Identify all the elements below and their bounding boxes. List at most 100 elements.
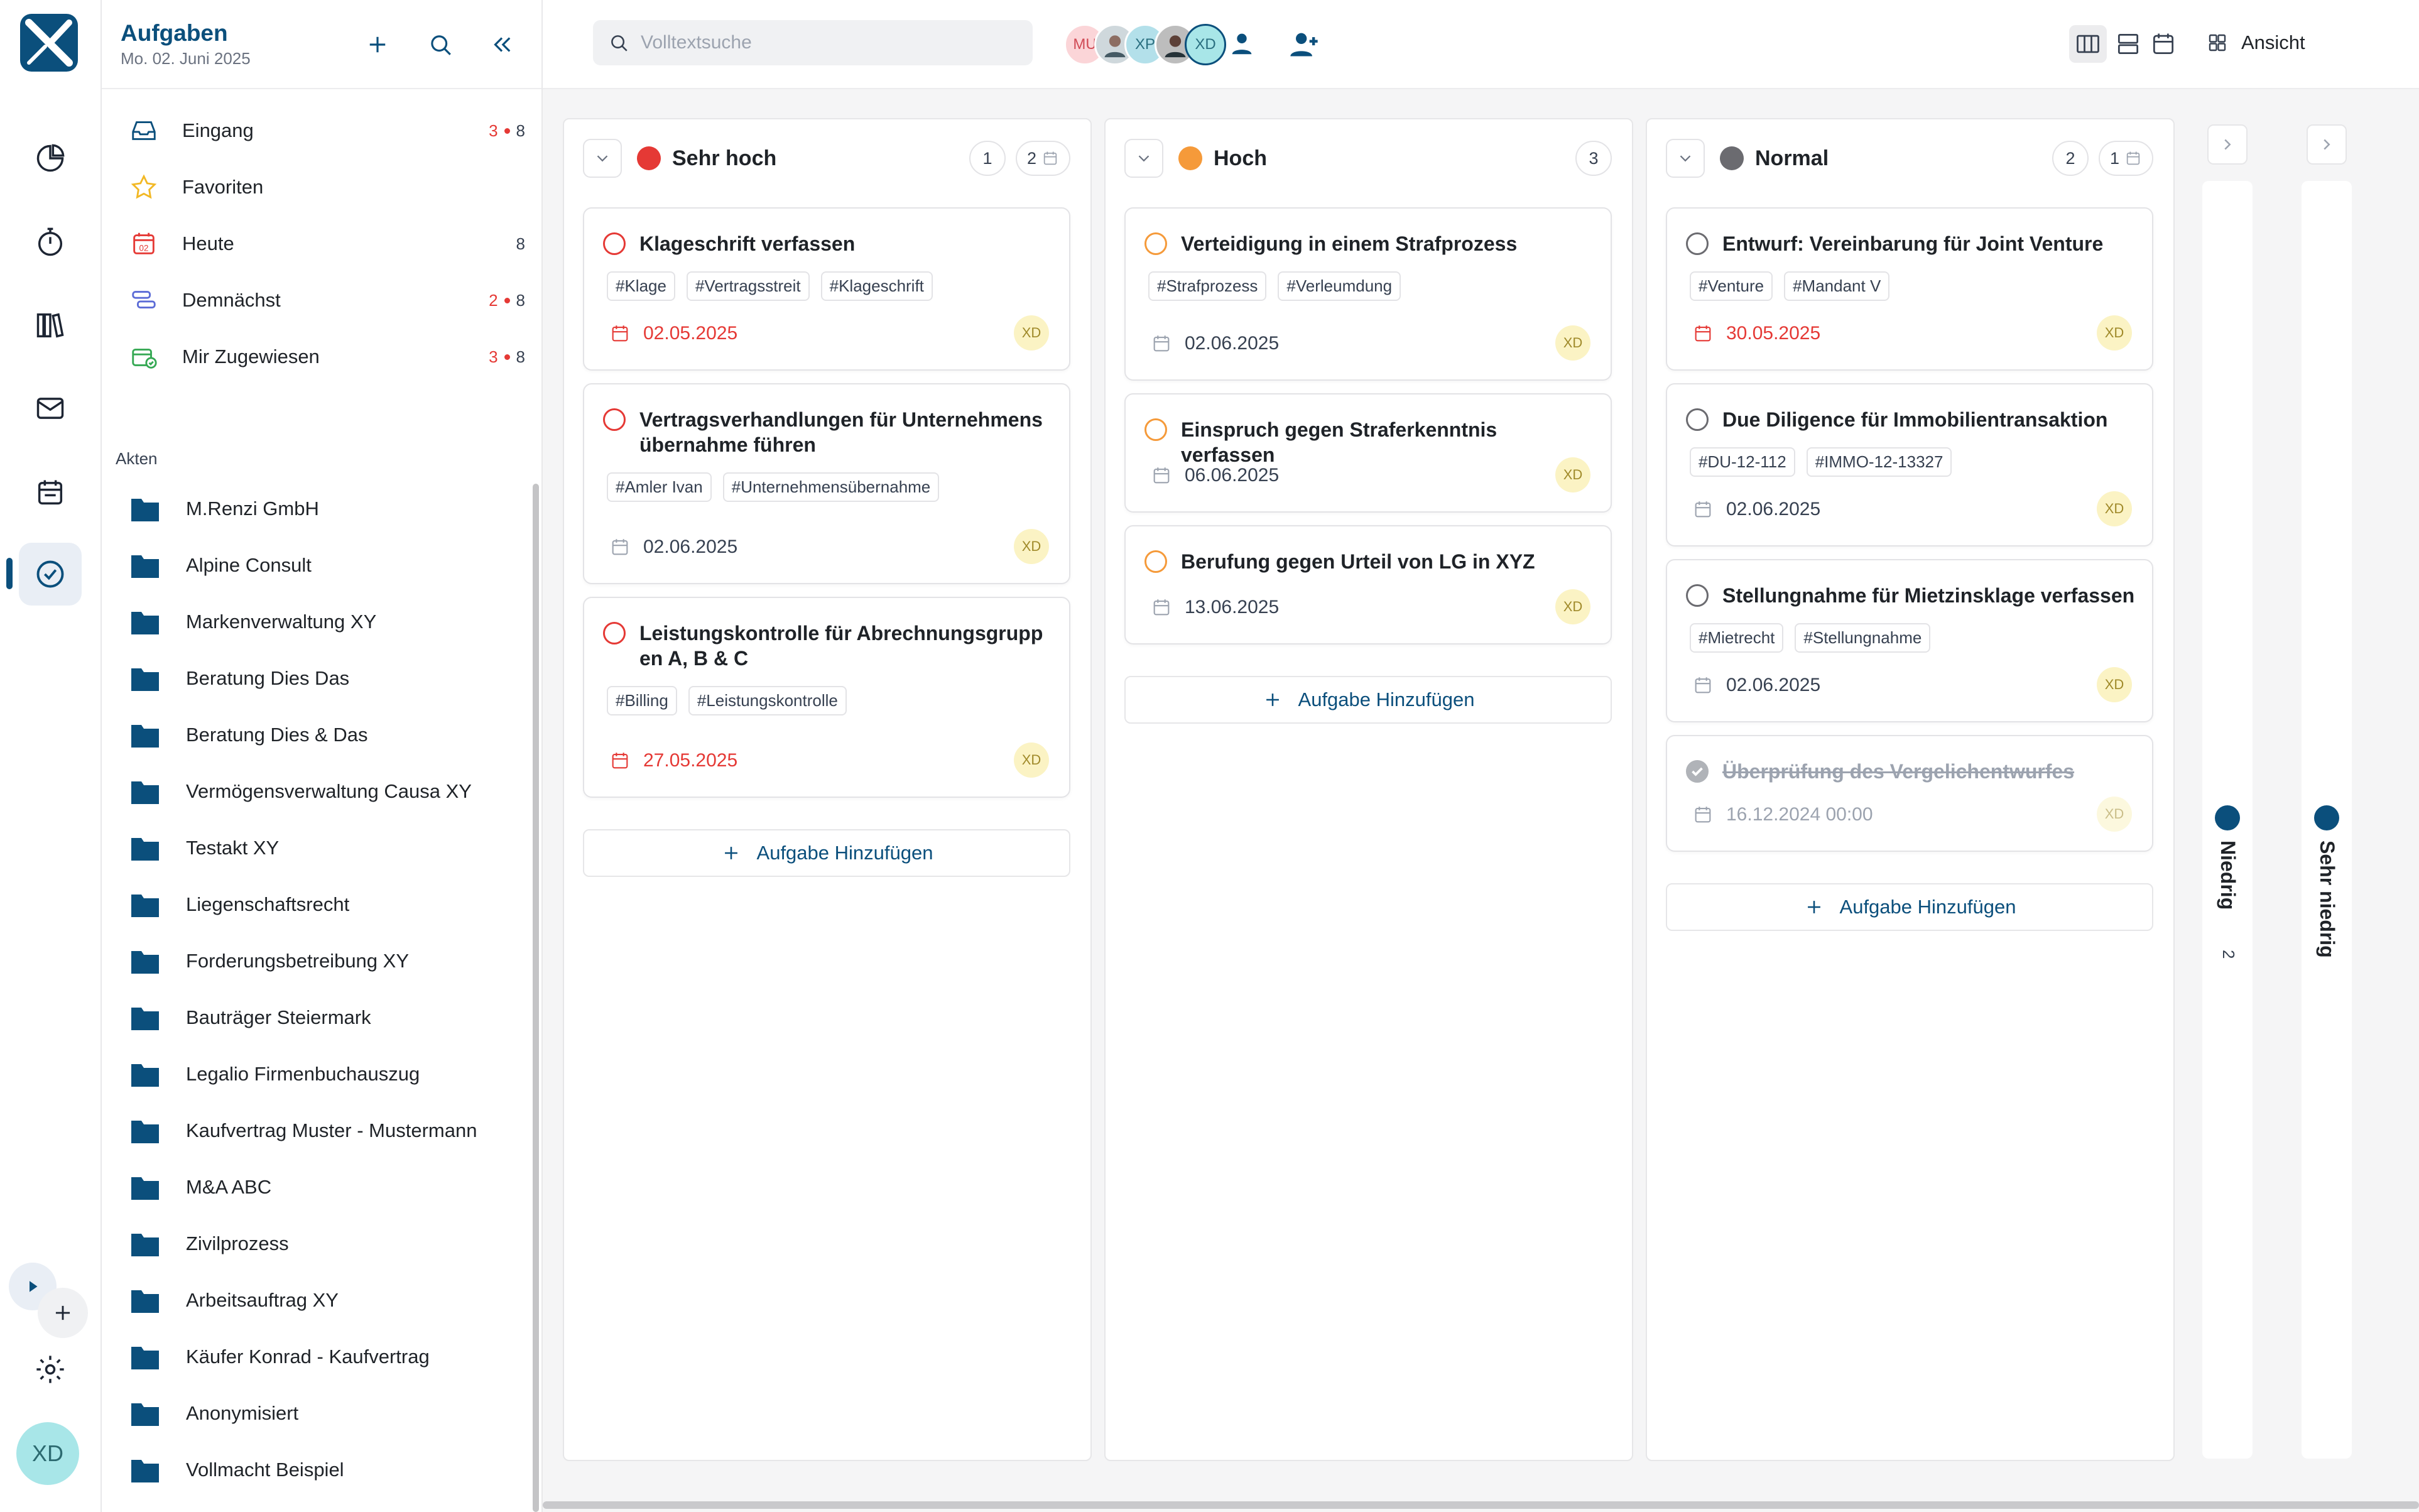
tag[interactable]: #Strafprozess <box>1148 271 1267 301</box>
view-options-button[interactable]: Ansicht <box>2206 23 2305 63</box>
task-card[interactable]: Verteidigung in einem Strafprozess #Straf… <box>1124 207 1612 381</box>
assignee-avatar[interactable]: XD <box>2097 491 2132 526</box>
tag[interactable]: #IMMO-12-13327 <box>1806 447 1952 477</box>
tag[interactable]: #Billing <box>607 686 677 715</box>
assignee-avatar[interactable]: XD <box>2097 797 2132 832</box>
akte-item[interactable]: Kaufvertrag Muster - Mustermann <box>127 1106 529 1156</box>
tag[interactable]: #Klageschrift <box>820 271 933 301</box>
assignee-avatar[interactable]: XD <box>1014 529 1049 564</box>
collapse-sidebar-button[interactable] <box>480 23 524 67</box>
assignee-avatar[interactable]: XD <box>1014 315 1049 351</box>
akte-item[interactable]: Forderungsbetreibung XY <box>127 936 529 986</box>
akte-item[interactable]: Legalio Firmenbuchauszug <box>127 1049 529 1099</box>
task-checkbox[interactable] <box>603 232 626 255</box>
task-checkbox[interactable] <box>1144 418 1167 441</box>
search-button[interactable] <box>418 23 462 67</box>
add-task-button[interactable]: Aufgabe Hinzufügen <box>1666 883 2153 931</box>
board-scrollbar[interactable] <box>543 1501 2419 1509</box>
tag[interactable]: #Stellungnahme <box>1795 623 1931 653</box>
akte-item[interactable]: Bauträger Steiermark <box>127 993 529 1043</box>
akte-item[interactable]: Beratung Dies Das <box>127 653 529 704</box>
akte-item[interactable]: M.Renzi GmbH <box>127 484 529 534</box>
assignee-avatar[interactable]: XD <box>2097 667 2132 702</box>
task-card[interactable]: Vertragsverhandlungen für Unternehmens ü… <box>583 383 1070 584</box>
tag[interactable]: #Klage <box>607 271 675 301</box>
dashboard-button[interactable] <box>19 127 82 190</box>
task-done-checkbox[interactable] <box>1686 760 1709 783</box>
assignee-avatar[interactable]: XD <box>1555 325 1590 361</box>
search-box[interactable] <box>593 20 1033 65</box>
tag[interactable]: #Vertragsstreit <box>686 271 810 301</box>
task-card[interactable]: Berufung gegen Urteil von LG in XYZ 13.06… <box>1124 525 1612 645</box>
akte-item[interactable]: Beratung Dies & Das <box>127 710 529 760</box>
calendar-button[interactable] <box>19 461 82 524</box>
avatar-xd[interactable]: XD <box>1185 24 1226 65</box>
add-person-icon[interactable] <box>1288 28 1320 60</box>
user-avatar[interactable]: XD <box>16 1422 79 1485</box>
task-card[interactable]: Klageschrift verfassen #Klage #Vertragsstr… <box>583 207 1070 371</box>
assignee-avatar[interactable]: XD <box>1555 589 1590 624</box>
akte-item[interactable]: Vermögensverwaltung Causa XY <box>127 766 529 817</box>
assignee-avatar[interactable]: XD <box>2097 315 2132 351</box>
collapse-column-button[interactable] <box>1124 139 1163 178</box>
assignee-avatar[interactable]: XD <box>1555 457 1590 492</box>
akte-item[interactable]: Markenverwaltung XY <box>127 597 529 647</box>
task-card[interactable]: Einspruch gegen Straferkenntnis verfasse… <box>1124 393 1612 513</box>
tag[interactable]: #Amler Ivan <box>607 472 712 502</box>
akte-item[interactable]: Vollmacht Beispiel <box>127 1445 529 1495</box>
akte-item[interactable]: Liegenschaftsrecht <box>127 879 529 930</box>
expand-niedrig-button[interactable] <box>2207 124 2248 165</box>
task-card[interactable]: Stellungnahme für Mietzinsklage verfasse… <box>1666 559 2153 722</box>
list-view-button[interactable] <box>2109 25 2147 63</box>
nav-item-favoriten[interactable]: Favoriten <box>121 162 529 212</box>
library-button[interactable] <box>19 294 82 357</box>
akte-item[interactable]: Alpine Consult <box>127 540 529 590</box>
scheduled-count-pill[interactable]: 1 <box>2098 141 2153 176</box>
person-filter-icon[interactable] <box>1227 29 1256 58</box>
nav-item-eingang[interactable]: Eingang 38 <box>121 106 529 156</box>
task-checkbox[interactable] <box>1686 584 1709 607</box>
task-checkbox[interactable] <box>1144 550 1167 573</box>
collapse-column-button[interactable] <box>1666 139 1705 178</box>
tag[interactable]: #Mietrecht <box>1690 623 1784 653</box>
time-tracking-button[interactable] <box>19 211 82 274</box>
task-checkbox[interactable] <box>1686 408 1709 431</box>
tag[interactable]: #Venture <box>1690 271 1773 301</box>
task-card[interactable]: Entwurf: Vereinbarung für Joint Venture #… <box>1666 207 2153 371</box>
column-niedrig-collapsed[interactable]: Niedrig 2 <box>2202 181 2253 1459</box>
column-sehr-niedrig-collapsed[interactable]: Sehr niedrig <box>2302 181 2352 1459</box>
board-view-button[interactable] <box>2069 25 2107 63</box>
akte-item[interactable]: Testakt XY <box>127 823 529 873</box>
add-task-button[interactable] <box>356 23 400 67</box>
app-logo[interactable] <box>20 14 78 72</box>
akte-item[interactable]: Anonymisiert <box>127 1388 529 1439</box>
akte-item[interactable]: Arbeitsauftrag XY <box>127 1275 529 1325</box>
tag[interactable]: #Mandant V <box>1784 271 1890 301</box>
assignee-avatar[interactable]: XD <box>1014 742 1049 778</box>
tag[interactable]: #Leistungskontrolle <box>688 686 847 715</box>
task-checkbox[interactable] <box>1144 232 1167 255</box>
akte-item[interactable]: Zivilprozess <box>127 1219 529 1269</box>
task-card[interactable]: Due Diligence für Immobilientransaktion #… <box>1666 383 2153 547</box>
task-checkbox[interactable] <box>603 408 626 431</box>
tasks-button[interactable] <box>19 543 82 606</box>
task-card[interactable]: Leistungskontrolle für Abrechnungsgrupp … <box>583 597 1070 798</box>
task-card[interactable]: Überprüfung des Vergelichentwurfes 16.12.… <box>1666 735 2153 852</box>
expand-sehr-niedrig-button[interactable] <box>2307 124 2347 165</box>
sidebar-scrollbar[interactable] <box>533 484 539 1512</box>
tag[interactable]: #Unternehmensübernahme <box>722 472 940 502</box>
quick-add-button[interactable] <box>38 1288 88 1338</box>
nav-item-demnaechst[interactable]: Demnächst 28 <box>121 275 529 325</box>
tag[interactable]: #Verleumdung <box>1278 271 1401 301</box>
add-task-button[interactable]: Aufgabe Hinzufügen <box>1124 676 1612 724</box>
settings-button[interactable] <box>19 1338 82 1401</box>
akte-item[interactable]: M&A ABC <box>127 1162 529 1212</box>
akte-item[interactable]: Käufer Konrad - Kaufvertrag <box>127 1332 529 1382</box>
search-input[interactable] <box>639 31 1019 54</box>
task-checkbox[interactable] <box>1686 232 1709 255</box>
tag[interactable]: #DU-12-112 <box>1690 447 1795 477</box>
calendar-view-button[interactable] <box>2144 25 2182 63</box>
task-checkbox[interactable] <box>603 622 626 645</box>
mail-button[interactable] <box>19 377 82 440</box>
add-task-button[interactable]: Aufgabe Hinzufügen <box>583 829 1070 877</box>
